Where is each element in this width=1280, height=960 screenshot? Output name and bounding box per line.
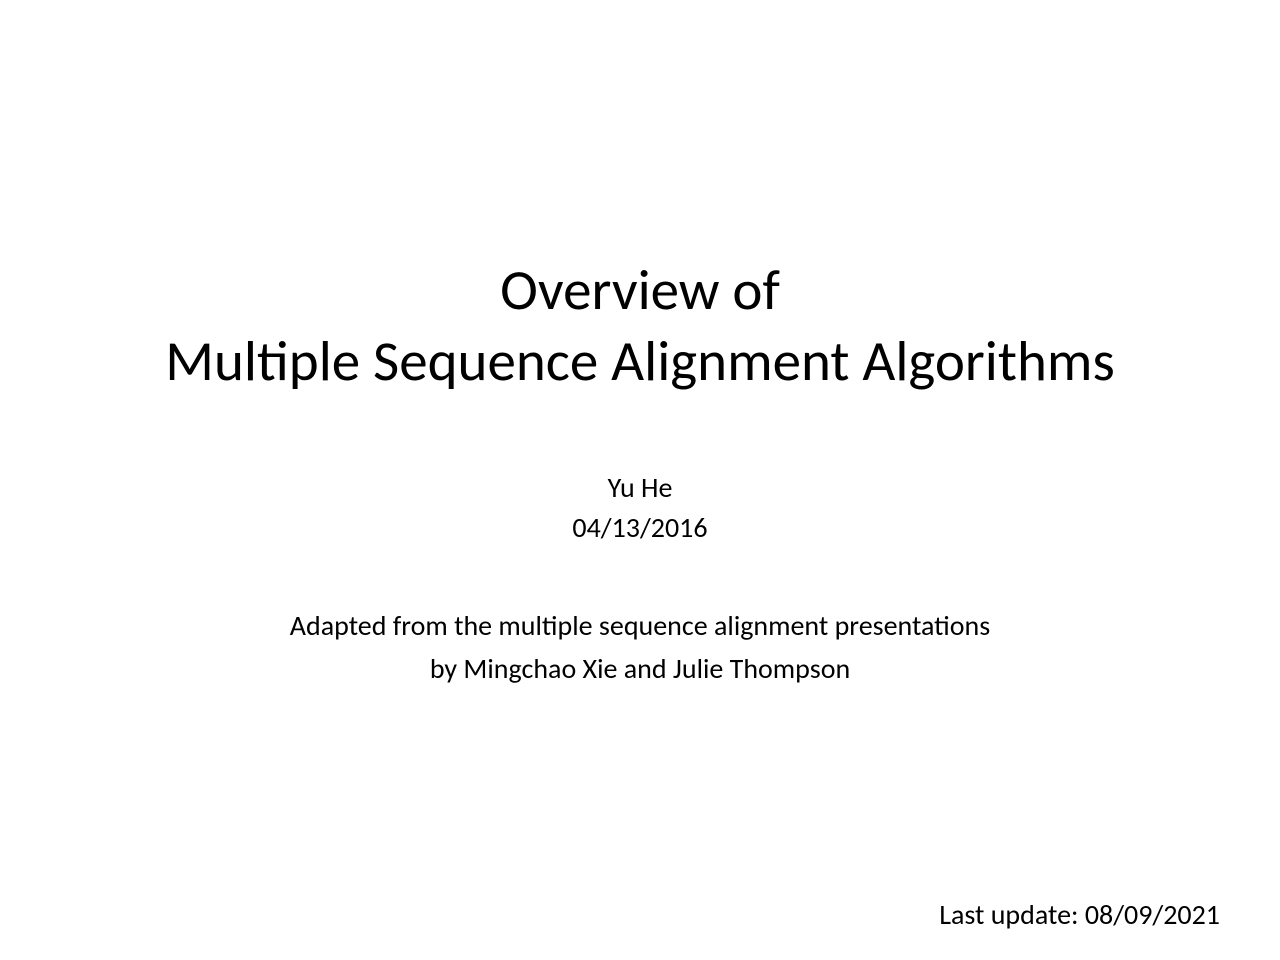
adapted-line-2: by Mingchao Xie and Julie Thompson <box>290 647 990 690</box>
author-name: Yu He <box>608 468 673 509</box>
slide-container: Overview of Multiple Sequence Alignment … <box>0 0 1280 960</box>
title-line-1: Overview of <box>165 255 1115 326</box>
adapted-line-1: Adapted from the multiple sequence align… <box>290 604 990 647</box>
slide-title: Overview of Multiple Sequence Alignment … <box>165 255 1115 398</box>
title-line-2: Multiple Sequence Alignment Algorithms <box>165 326 1115 397</box>
adapted-from: Adapted from the multiple sequence align… <box>290 604 990 691</box>
last-update-date: Last update: 08/09/2021 <box>939 897 1220 932</box>
presentation-date: 04/13/2016 <box>572 508 707 549</box>
